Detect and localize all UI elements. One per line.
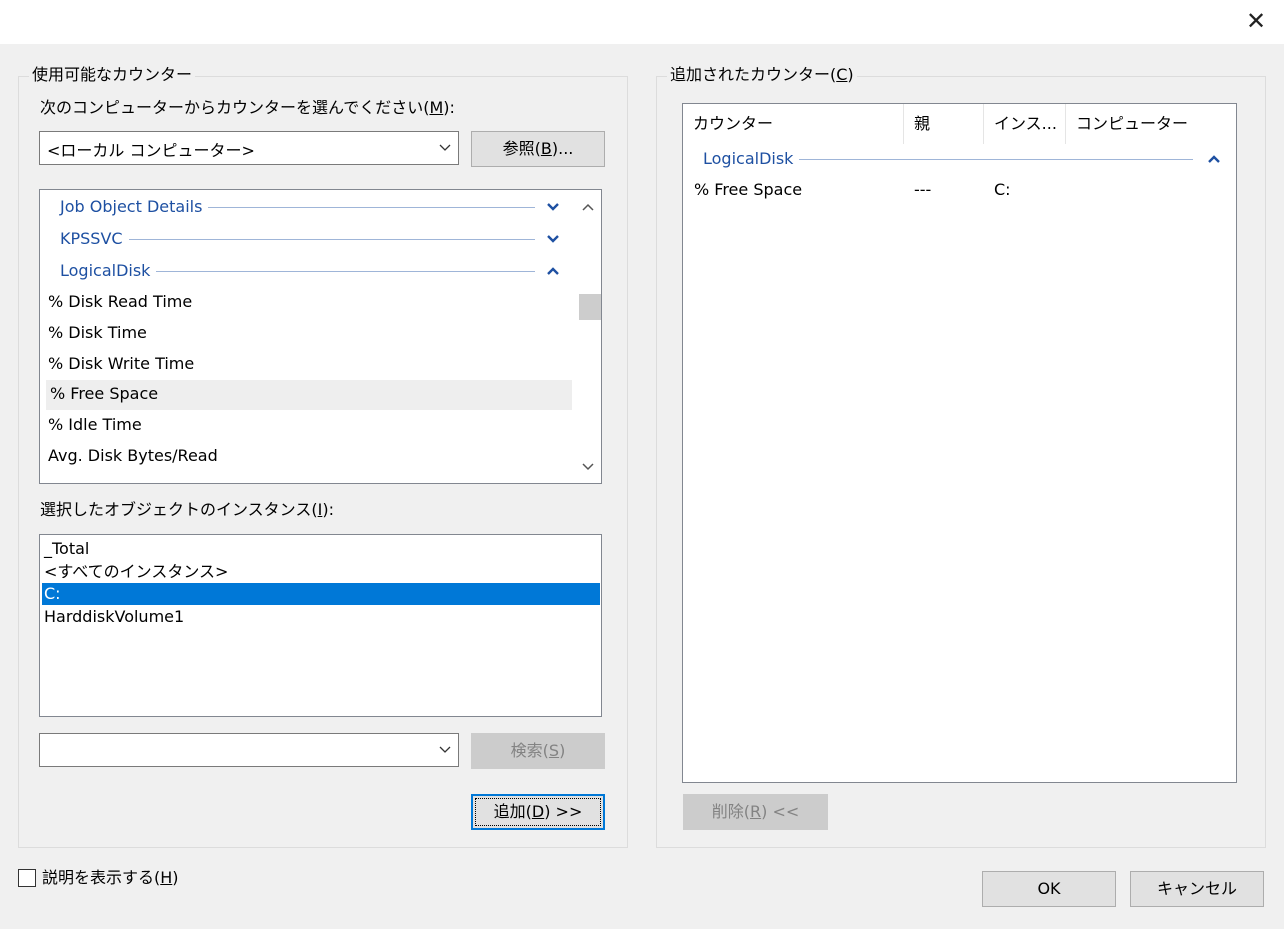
added-row-counter[interactable]: % Free Space <box>694 180 802 200</box>
chevron-up-icon[interactable] <box>546 264 560 278</box>
counter-item-hovered[interactable]: % Free Space <box>46 380 572 410</box>
counter-group-job-object-details[interactable]: Job Object Details <box>60 194 572 220</box>
counter-item[interactable]: % Disk Time <box>48 319 147 349</box>
column-header-parent[interactable]: 親 <box>904 104 984 144</box>
added-counters-title: 追加されたカウンター(C) <box>667 65 857 85</box>
scroll-up-icon[interactable] <box>581 200 595 214</box>
scrollbar-thumb[interactable] <box>579 294 601 320</box>
remove-button[interactable]: 削除(R) << <box>683 794 828 830</box>
scroll-down-icon[interactable] <box>581 460 595 474</box>
ok-button[interactable]: OK <box>982 871 1116 907</box>
counter-item[interactable]: % Disk Write Time <box>48 350 194 380</box>
show-description-label[interactable]: 説明を表示する(H) <box>42 868 179 888</box>
close-icon[interactable]: ✕ <box>1242 7 1270 35</box>
counter-group-logicaldisk[interactable]: LogicalDisk <box>60 258 572 284</box>
added-group-logicaldisk[interactable]: LogicalDisk <box>703 146 1223 172</box>
added-counters-table[interactable]: カウンター 親 インス... コンピューター LogicalDisk % Fre… <box>682 103 1237 783</box>
counter-list-scrollbar[interactable] <box>575 190 601 483</box>
cancel-button[interactable]: キャンセル <box>1130 871 1264 907</box>
column-header-computer[interactable]: コンピューター <box>1066 104 1230 144</box>
group-divider <box>60 239 535 240</box>
added-row-instance: C: <box>994 180 1011 199</box>
title-bar: ✕ <box>0 0 1284 44</box>
instance-item-selected[interactable]: C: <box>42 583 600 605</box>
computer-select-label: 次のコンピューターからカウンターを選んでください(M): <box>40 98 455 117</box>
browse-button[interactable]: 参照(B)... <box>471 131 605 167</box>
counter-group-kpssvc[interactable]: KPSSVC <box>60 226 572 252</box>
search-combobox[interactable] <box>39 733 459 767</box>
instance-item[interactable]: _Total <box>44 538 89 560</box>
chevron-down-icon <box>439 746 451 753</box>
chevron-up-icon[interactable] <box>1207 152 1221 166</box>
column-header-counter[interactable]: カウンター <box>683 104 904 144</box>
added-row-parent: --- <box>914 180 932 199</box>
available-counters-title: 使用可能なカウンター <box>29 65 196 85</box>
computer-combobox[interactable]: <ローカル コンピューター> <box>39 131 459 165</box>
computer-combobox-value: <ローカル コンピューター> <box>47 141 255 160</box>
counter-item[interactable]: Avg. Disk Bytes/Read <box>48 442 218 472</box>
show-description-checkbox[interactable] <box>18 869 36 887</box>
column-header-instance[interactable]: インス... <box>984 104 1066 144</box>
add-button[interactable]: 追加(D) >> <box>471 794 605 830</box>
instance-item[interactable]: <すべてのインスタンス> <box>44 561 228 583</box>
counter-list[interactable]: Job Object Details KPSSVC LogicalDisk % … <box>39 189 602 484</box>
chevron-down-icon[interactable] <box>546 232 560 246</box>
instance-list[interactable]: _Total <すべてのインスタンス> C: HarddiskVolume1 <box>39 534 602 717</box>
chevron-down-icon[interactable] <box>546 200 560 214</box>
instances-label: 選択したオブジェクトのインスタンス(I): <box>40 500 334 519</box>
instance-item[interactable]: HarddiskVolume1 <box>44 606 184 628</box>
search-button[interactable]: 検索(S) <box>471 733 605 769</box>
counter-item[interactable]: % Idle Time <box>48 411 142 441</box>
chevron-down-icon <box>439 144 451 151</box>
counter-item[interactable]: % Disk Read Time <box>48 288 192 318</box>
